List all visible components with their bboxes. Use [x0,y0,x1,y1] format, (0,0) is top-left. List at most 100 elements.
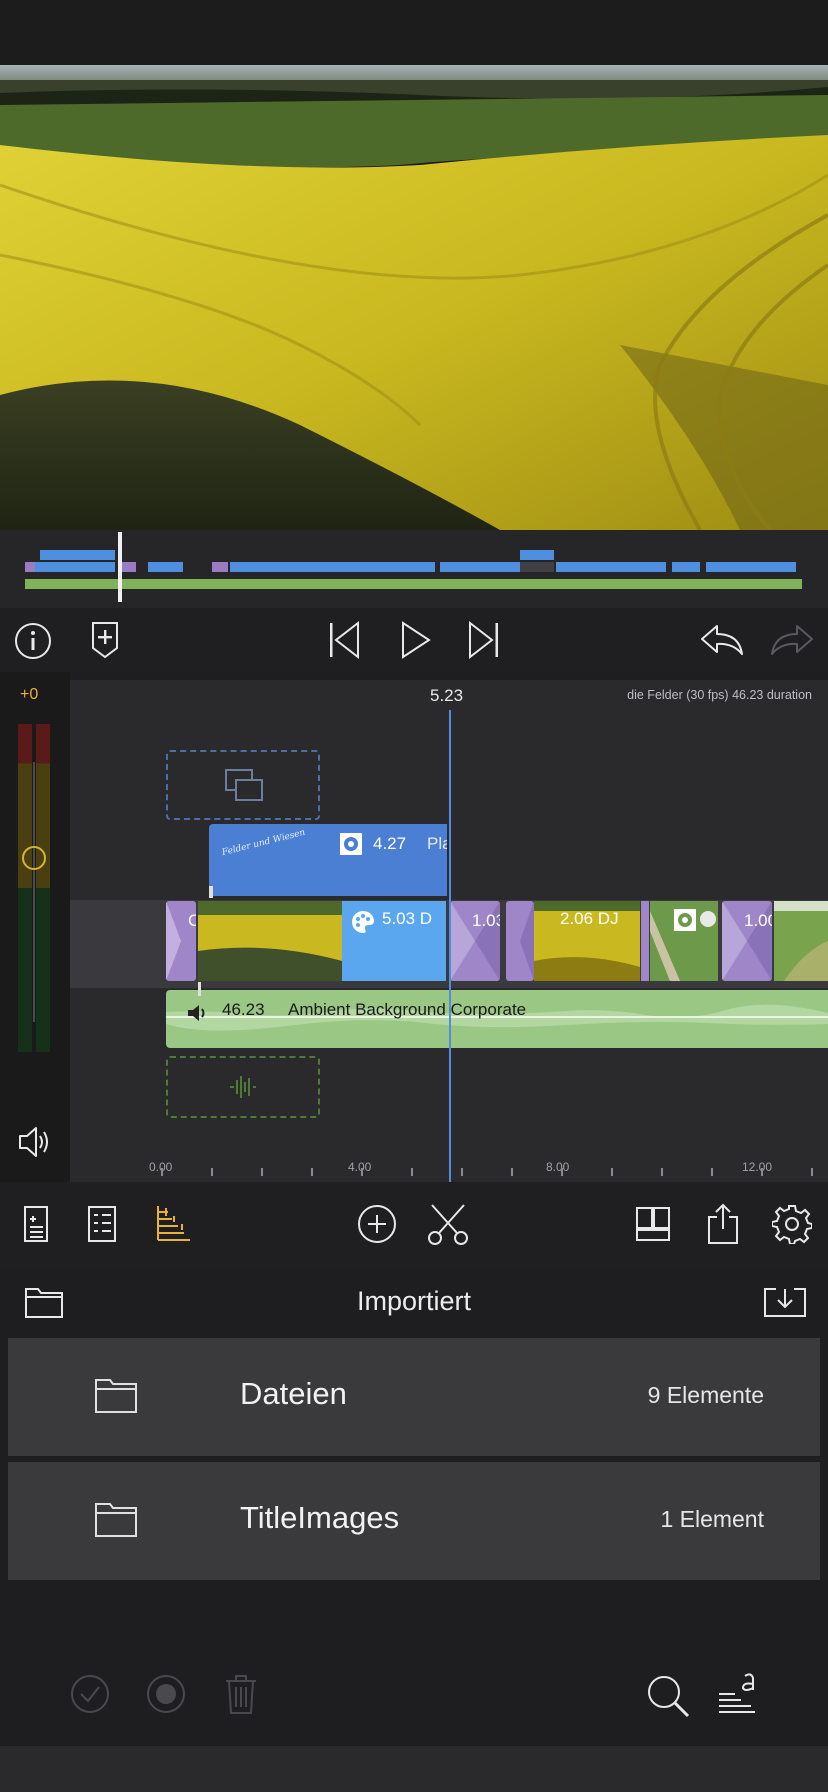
marker-plus-icon [92,622,118,659]
timeline-overview[interactable] [0,530,828,608]
ruler-tick [811,1168,813,1176]
offset-label: +0 [20,686,39,703]
ruler-tick [711,1168,713,1176]
add-video-track-placeholder[interactable] [166,750,320,820]
clip-label: 5.03 D [382,909,433,928]
project-info: die Felder (30 fps) 46.23 duration [627,688,812,702]
ruler-tick [411,1168,413,1176]
redo-icon [771,625,813,655]
media-browser: Importiert Dateien 9 Elemente TitleImage… [0,1266,828,1746]
text-page-icon [24,1206,48,1242]
folder-item-count: 1 Element [660,1506,764,1532]
transition-clip[interactable] [641,901,649,981]
undo-button[interactable] [698,622,746,658]
split-button[interactable] [426,1202,470,1246]
ruler-tick [461,1168,463,1176]
redo-button[interactable] [768,622,816,658]
volume-slider-knob[interactable] [22,846,46,870]
sort-text-icon [719,1673,755,1713]
editing-toolbar [0,1182,828,1266]
audio-clip-anchor [198,982,201,996]
browser-title: Importiert [356,1286,472,1316]
list-view-button[interactable] [84,1204,120,1244]
folder-row[interactable]: Dateien 9 Elemente [8,1338,820,1456]
sort-button[interactable] [716,1670,758,1714]
timeline-playhead[interactable] [449,710,451,1182]
timeline-zoom-button[interactable] [154,1204,194,1244]
ruler-tick [561,1168,563,1176]
status-bar [0,0,828,65]
overview-clip [556,562,666,572]
video-clip-thumbnail[interactable]: 2.06 DJ [534,901,640,981]
ruler-label: 12.00 [742,1160,773,1174]
ruler-tick [611,1168,613,1176]
record-button[interactable] [146,1674,186,1714]
ruler-label: 4.00 [348,1160,372,1174]
overview-clip [148,562,183,572]
add-title-button[interactable] [18,1204,54,1244]
add-marker-button[interactable] [88,618,122,662]
folder-row[interactable]: TitleImages 1 Element [8,1462,820,1580]
gear-icon [772,1205,812,1244]
info-button[interactable] [14,622,52,660]
checkmark-circle-icon [71,1675,109,1713]
film-icon [225,769,263,801]
share-icon [708,1203,738,1244]
ruler-label: 8.00 [546,1160,570,1174]
delete-button[interactable] [222,1672,260,1716]
title-clip[interactable]: Felder und Wiesen 4.27 Pla [209,824,447,896]
search-icon [648,1676,690,1718]
record-icon [147,1675,185,1713]
info-icon [15,623,51,659]
field-thumbnail [198,901,342,981]
clip-label: 1.00 [744,911,772,930]
share-button[interactable] [704,1202,742,1246]
layout-icon [636,1207,670,1241]
audio-meter-panel: +0 [0,672,70,1182]
volume-slider-track [33,762,35,1022]
skip-back-button[interactable] [326,620,362,660]
folder-item-count: 9 Elemente [647,1382,764,1408]
overview-clip [520,562,554,572]
folder-icon [95,1379,137,1413]
skip-back-icon [330,621,359,659]
video-clip-thumbnail[interactable] [650,901,718,981]
audio-clip[interactable]: 46.23 Ambient Background Corporate [166,990,828,1048]
transition-clip[interactable] [506,901,534,981]
play-button[interactable] [398,620,434,660]
overview-playhead[interactable] [118,532,122,602]
timeline-grid-icon [157,1206,190,1241]
timeline[interactable]: +0 5.23 die Felder (30 fps) 46.23 durati… [0,672,828,1182]
transition-clip[interactable]: 1.03 [450,901,500,981]
ruler-tick [311,1168,313,1176]
selected-video-clip[interactable]: 5.03 D [342,901,446,981]
volume-button[interactable] [16,1124,52,1160]
checklist-icon [88,1206,116,1242]
home-indicator-area [0,1746,828,1792]
add-audio-track-placeholder[interactable] [166,1056,320,1118]
video-clip-thumbnail[interactable] [774,901,828,981]
import-tray-icon [764,1288,806,1317]
video-clip-thumbnail[interactable] [198,901,342,981]
search-button[interactable] [646,1674,690,1718]
transition-clip[interactable]: C [166,901,196,981]
overview-title-clip [520,550,554,560]
select-button[interactable] [70,1674,110,1714]
overview-transition [212,562,228,572]
crop-thumbnail [650,901,718,981]
overview-clip [35,562,115,572]
speaker-icon [19,1127,48,1157]
settings-button[interactable] [772,1204,812,1244]
overview-transition [25,562,35,572]
overview-title-clip [40,550,115,560]
title-clip-anchor [209,886,213,898]
add-media-button[interactable] [357,1204,397,1244]
meadow-thumbnail [774,901,828,981]
skip-forward-button[interactable] [466,620,502,660]
import-button[interactable] [762,1284,808,1320]
video-preview[interactable] [0,65,828,530]
transition-clip[interactable]: 1.00 [722,901,772,981]
plus-circle-icon [358,1205,396,1243]
layout-button[interactable] [634,1204,672,1244]
overview-audio-bar [25,579,802,589]
